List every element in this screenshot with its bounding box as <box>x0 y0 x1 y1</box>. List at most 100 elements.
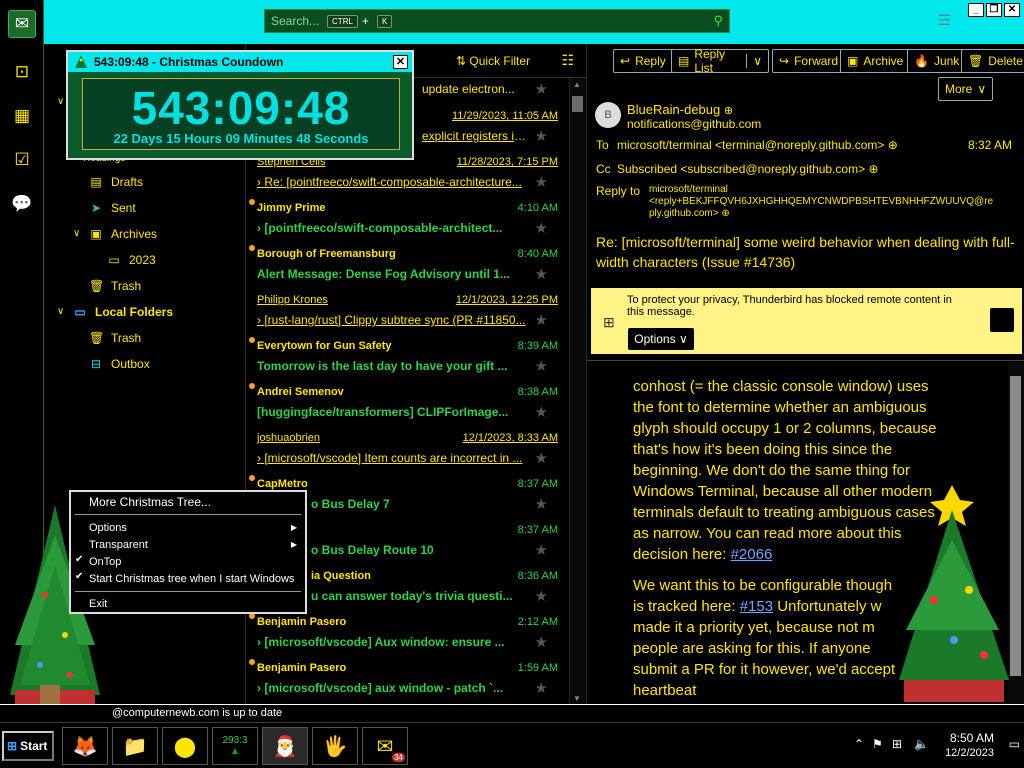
countdown-window[interactable]: 543:09:48 - Christmas Coundown ✕ 543:09:… <box>66 50 414 160</box>
christmas-tree-app-icon[interactable]: 🎅 <box>262 727 308 765</box>
issue-link[interactable]: #2066 <box>731 546 773 563</box>
mail-icon[interactable]: ✉ <box>8 10 36 38</box>
star-icon[interactable]: ★ <box>535 127 548 145</box>
maximize-button[interactable]: ❐ <box>986 3 1002 17</box>
menu-item-transparent[interactable]: Transparent ▶ <box>89 537 303 553</box>
address-book-icon[interactable]: ⊡ <box>8 58 36 86</box>
app-menu-icon[interactable]: ☰ <box>938 12 951 29</box>
folder-local-trash[interactable]: 🗑 Trash <box>89 328 141 348</box>
chevron-down-icon[interactable]: ∨ <box>746 54 762 68</box>
folder-drafts[interactable]: ▤ Drafts <box>89 172 143 192</box>
delete-button[interactable]: 🗑 Delete <box>961 49 1024 73</box>
menu-item-startup[interactable]: Start Christmas tree when I start Window… <box>89 571 294 587</box>
message-list-scrollbar[interactable]: ▲ ▼ <box>569 78 585 705</box>
list-options-icon[interactable]: ☷ <box>561 52 574 69</box>
options-button[interactable]: Options ∨ <box>628 328 694 350</box>
folder-archives[interactable]: ▣ Archives <box>89 224 157 244</box>
forward-button[interactable]: ↪ Forward <box>772 49 846 73</box>
message-row[interactable]: Benjamin Pasero 2:12 AM › [microsoft/vsc… <box>246 610 570 656</box>
star-icon[interactable]: ★ <box>535 219 548 237</box>
star-icon[interactable]: ★ <box>535 265 548 283</box>
star-icon[interactable]: ★ <box>535 357 548 375</box>
message-row[interactable]: Everytown for Gun Safety 8:39 AM Tomorro… <box>246 334 570 380</box>
reply-to-line1[interactable]: microsoft/terminal <box>649 184 728 195</box>
star-icon[interactable]: ★ <box>535 541 548 559</box>
message-row[interactable]: Borough of Freemansburg 8:40 AM Alert Me… <box>246 242 570 288</box>
more-button[interactable]: More ∨ <box>938 77 994 101</box>
star-icon[interactable]: ★ <box>535 173 548 191</box>
clock-time[interactable]: 8:50 AM <box>950 731 994 745</box>
scroll-thumb[interactable] <box>572 96 583 112</box>
volume-icon[interactable]: 🔈 <box>914 737 929 751</box>
star-icon[interactable]: ★ <box>535 587 548 605</box>
menu-item-more-trees[interactable]: More Christmas Tree... <box>89 494 211 510</box>
close-notice-button[interactable] <box>990 308 1014 332</box>
search-input[interactable]: Search... CTRL + K ⚲ <box>264 9 730 33</box>
countdown-title-bar[interactable]: 543:09:48 - Christmas Coundown <box>68 52 412 72</box>
folder-trash[interactable]: 🗑 Trash <box>89 276 141 296</box>
chevron-down-icon[interactable]: ∨ <box>57 96 64 107</box>
shortcut-ctrl: CTRL <box>327 14 358 28</box>
app-icon[interactable]: 🖐 <box>312 727 358 765</box>
star-icon[interactable]: ★ <box>535 80 548 98</box>
chat-icon[interactable]: 💬 <box>8 190 36 218</box>
network-icon[interactable]: ⊞ <box>892 737 902 751</box>
star-icon[interactable]: ★ <box>535 633 548 651</box>
clock-date[interactable]: 12/2/2023 <box>945 747 994 759</box>
submenu-arrow-icon: ▶ <box>290 523 297 532</box>
show-hidden-icons[interactable]: ⌃ <box>854 737 864 751</box>
menu-item-ontop[interactable]: OnTop <box>89 554 121 570</box>
reply-to-line3[interactable]: ply.github.com> ⊕ <box>649 208 730 219</box>
reply-to-line2[interactable]: <reply+BEKJFFQVH6JXHGHHQEMYCNWDPBSHTEVBN… <box>649 196 993 207</box>
close-icon[interactable]: ✕ <box>393 55 408 69</box>
reply-list-button[interactable]: ▤ Reply List ∨ <box>671 47 769 75</box>
message-row[interactable]: Jimmy Prime 4:10 AM › [pointfreeco/swift… <box>246 196 570 242</box>
cc-value[interactable]: Subscribed <subscribed@noreply.github.co… <box>617 162 879 176</box>
issue-link[interactable]: #153 <box>740 598 773 615</box>
start-button[interactable]: ⊞ Start <box>2 731 54 761</box>
checkmark-icon: ✔ <box>75 571 84 582</box>
message-row[interactable]: Benjamin Pasero 1:59 AM › [microsoft/vsc… <box>246 656 570 702</box>
message-row[interactable]: joshuaobrien 12/1/2023, 8:33 AM › [micro… <box>246 426 570 472</box>
close-window-button[interactable]: ✕ <box>1004 3 1020 17</box>
thunderbird-icon[interactable]: ✉ 34 <box>362 727 408 765</box>
message-from: Philipp Krones <box>257 294 328 306</box>
folder-sent[interactable]: ➤ Sent <box>89 198 136 218</box>
star-icon[interactable]: ★ <box>535 403 548 421</box>
message-row[interactable]: Andrei Semenov 8:38 AM [huggingface/tran… <box>246 380 570 426</box>
folder-label: Local Folders <box>95 305 174 319</box>
folder-2023[interactable]: ▭ 2023 <box>107 250 155 270</box>
message-row[interactable]: Philipp Krones 12/1/2023, 12:25 PM › [ru… <box>246 288 570 334</box>
folder-local-folders[interactable]: ▭ Local Folders <box>73 302 173 322</box>
archive-button[interactable]: ▣ Archive <box>840 49 911 73</box>
message-subject: explicit registers in c... <box>422 129 532 143</box>
chevron-down-icon[interactable]: ∨ <box>57 306 64 317</box>
folder-outbox[interactable]: ⊟ Outbox <box>89 354 150 374</box>
star-icon[interactable]: ★ <box>535 449 548 467</box>
from-address[interactable]: notifications@github.com <box>627 117 761 131</box>
minimize-button[interactable]: _ <box>968 3 984 17</box>
scroll-down-icon[interactable]: ▼ <box>573 694 581 703</box>
chevron-down-icon[interactable]: ∨ <box>73 228 80 239</box>
quick-filter-button[interactable]: ⇅ Quick Filter <box>456 54 530 68</box>
tasks-icon[interactable]: ☑ <box>8 146 36 174</box>
junk-button[interactable]: 🔥 Junk <box>907 49 967 73</box>
star-icon[interactable]: ★ <box>535 495 548 513</box>
to-value[interactable]: microsoft/terminal <terminal@noreply.git… <box>617 138 898 152</box>
reply-button[interactable]: ↩ Reply <box>613 49 673 73</box>
from-name[interactable]: BlueRain-debug ⊕ <box>627 102 733 117</box>
show-desktop-icon[interactable]: ▭ <box>1009 737 1020 751</box>
firefox-icon[interactable]: 🦊 <box>62 727 108 765</box>
flag-icon[interactable]: ⚑ <box>872 737 883 751</box>
folder-label: Archives <box>111 227 158 241</box>
file-explorer-icon[interactable]: 📁 <box>112 727 158 765</box>
menu-item-options[interactable]: Options ▶ <box>89 520 303 536</box>
menu-item-exit[interactable]: Exit <box>89 596 107 612</box>
chrome-icon[interactable]: ⬤ <box>162 727 208 765</box>
countdown-taskbar-icon[interactable]: 293:3 ▲ <box>212 727 258 765</box>
search-icon[interactable]: ⚲ <box>713 13 723 29</box>
star-icon[interactable]: ★ <box>535 311 548 329</box>
calendar-icon[interactable]: ▦ <box>8 102 36 130</box>
scroll-up-icon[interactable]: ▲ <box>573 80 581 89</box>
star-icon[interactable]: ★ <box>535 679 548 697</box>
